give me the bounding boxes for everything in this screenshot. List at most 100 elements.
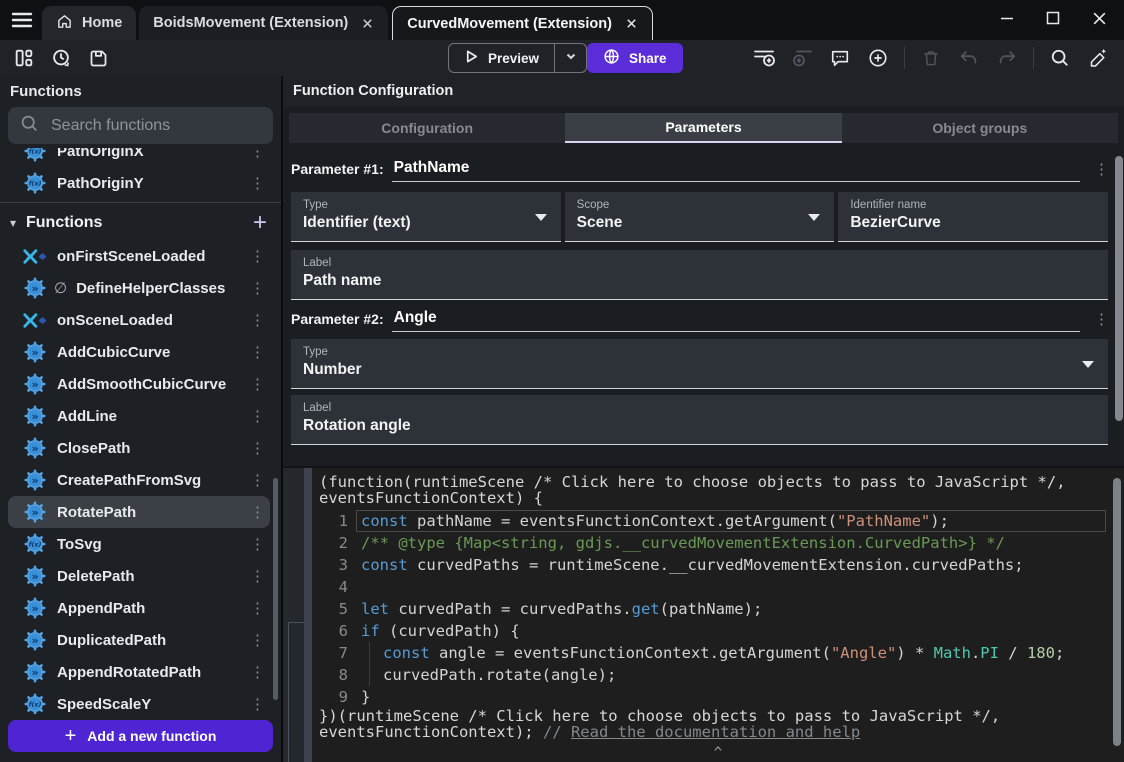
tab-boidsmovement[interactable]: BoidsMovement (Extension) (139, 6, 388, 40)
item-menu-icon[interactable]: ⋮ (250, 471, 264, 489)
sidebar-item-closepath[interactable]: »ClosePath⋮ (8, 432, 270, 464)
trash-icon[interactable] (919, 46, 943, 70)
code-line[interactable]: 1const pathName = eventsFunctionContext.… (312, 510, 1124, 532)
dropdown-arrow-icon (808, 214, 820, 221)
add-event-icon[interactable] (752, 46, 776, 70)
code-line[interactable]: 9} (312, 686, 1124, 708)
tab-configuration[interactable]: Configuration (289, 113, 565, 143)
minimize-button[interactable] (996, 5, 1018, 31)
main-menu-icon[interactable] (8, 8, 36, 32)
item-menu-icon[interactable]: ⋮ (250, 407, 264, 425)
history-icon[interactable] (49, 46, 73, 70)
sidebar-item-onfirstsceneloaded[interactable]: onFirstSceneLoaded⋮ (8, 240, 270, 272)
item-menu-icon[interactable]: ⋮ (250, 663, 264, 681)
type-select[interactable]: Type Identifier (text) (291, 192, 561, 242)
item-menu-icon[interactable]: ⋮ (250, 567, 264, 585)
sidebar-item-speedscaley[interactable]: f(x)SpeedScaleY⋮ (8, 688, 270, 714)
sidebar-item-onsceneloaded[interactable]: onSceneLoaded⋮ (8, 304, 270, 336)
plus-icon[interactable]: + (253, 213, 267, 233)
item-menu-icon[interactable]: ⋮ (250, 247, 264, 265)
add-comment-icon[interactable] (828, 46, 852, 70)
documentation-link[interactable]: Read the documentation and help (571, 723, 860, 741)
search-functions-input[interactable]: Search functions (8, 107, 273, 144)
field-label: Label (303, 402, 1096, 414)
share-button[interactable]: Share (587, 43, 683, 73)
plus-icon: + (65, 725, 77, 748)
sidebar-item-addsmoothcubiccurve[interactable]: »AddSmoothCubicCurve⋮ (8, 368, 270, 400)
sidebar-item-tosvg[interactable]: f(x)ToSvg⋮ (8, 528, 270, 560)
code-text: const curvedPaths = runtimeScene.__curve… (361, 556, 1024, 574)
code-line[interactable]: 5let curvedPath = curvedPaths.get(pathNa… (312, 598, 1124, 620)
dropdown-arrow-icon (1082, 361, 1094, 368)
redo-icon[interactable] (995, 46, 1019, 70)
sidebar-item-addline[interactable]: »AddLine⋮ (8, 400, 270, 432)
private-icon: ∅ (54, 279, 67, 297)
sidebar-item-addcubiccurve[interactable]: »AddCubicCurve⋮ (8, 336, 270, 368)
add-circle-icon[interactable] (866, 46, 890, 70)
item-menu-icon[interactable]: ⋮ (250, 174, 264, 192)
tab-object-groups[interactable]: Object groups (842, 113, 1118, 143)
undo-icon[interactable] (957, 46, 981, 70)
add-function-button[interactable]: + Add a new function (8, 720, 273, 752)
parameter-name-input[interactable]: PathName (392, 159, 1080, 182)
parameter-name-input[interactable]: Angle (392, 309, 1080, 332)
line-number: 6 (312, 622, 348, 640)
item-menu-icon[interactable]: ⋮ (250, 311, 264, 329)
sidebar-item-pathoriginx[interactable]: f(x)PathOriginX⋮ (8, 148, 270, 167)
sidebar-item-rotatepath[interactable]: »RotatePath⋮ (8, 496, 270, 528)
field-value: Rotation angle (303, 417, 1096, 435)
label-field[interactable]: Label Path name (291, 250, 1108, 300)
tab-curvedmovement[interactable]: CurvedMovement (Extension) (392, 6, 653, 40)
item-menu-icon[interactable]: ⋮ (250, 631, 264, 649)
item-menu-icon[interactable]: ⋮ (250, 375, 264, 393)
code-editor[interactable]: (function(runtimeScene /* Click here to … (312, 468, 1124, 762)
item-menu-icon[interactable]: ⋮ (250, 343, 264, 361)
item-menu-icon[interactable]: ⋮ (250, 599, 264, 617)
sidebar-item-appendpath[interactable]: »AppendPath⋮ (8, 592, 270, 624)
preview-button[interactable]: Preview (449, 44, 554, 72)
close-tab-icon[interactable] (361, 17, 374, 30)
sidebar-item-deletepath[interactable]: »DeletePath⋮ (8, 560, 270, 592)
sidebar-item-pathoriginy[interactable]: f(x)PathOriginY⋮ (8, 167, 270, 199)
functions-section-header[interactable]: ▾Functions+ (0, 206, 281, 240)
parameter-menu-icon[interactable]: ⋮ (1094, 310, 1108, 332)
add-subevent-icon[interactable] (790, 46, 814, 70)
tab-home[interactable]: Home (42, 6, 136, 40)
edit-wand-icon[interactable] (1086, 46, 1110, 70)
parameters-scrollbar[interactable] (1115, 156, 1123, 421)
sidebar-item-definehelperclasses[interactable]: »∅DefineHelperClasses⋮ (8, 272, 270, 304)
code-editor-area: (function(runtimeScene /* Click here to … (283, 466, 1124, 762)
code-line[interactable]: 4 (312, 576, 1124, 598)
scope-select[interactable]: Scope Scene (565, 192, 835, 242)
close-button[interactable] (1088, 5, 1110, 31)
code-line[interactable]: 7const angle = eventsFunctionContext.get… (312, 642, 1124, 664)
identifier-name-field[interactable]: Identifier name BezierCurve (838, 192, 1108, 242)
item-menu-icon[interactable]: ⋮ (250, 439, 264, 457)
label-field[interactable]: Label Rotation angle (291, 395, 1108, 445)
item-menu-icon[interactable]: ⋮ (250, 503, 264, 521)
preview-dropdown-button[interactable] (554, 44, 586, 72)
tab-parameters[interactable]: Parameters (565, 113, 841, 143)
search-icon[interactable] (1048, 46, 1072, 70)
project-manager-icon[interactable] (12, 46, 36, 70)
code-line[interactable]: 8curvedPath.rotate(angle); (312, 664, 1124, 686)
item-menu-icon[interactable]: ⋮ (250, 535, 264, 553)
item-menu-icon[interactable]: ⋮ (250, 148, 264, 160)
save-icon[interactable] (86, 46, 110, 70)
item-menu-icon[interactable]: ⋮ (250, 279, 264, 297)
code-line[interactable]: 3const curvedPaths = runtimeScene.__curv… (312, 554, 1124, 576)
item-menu-icon[interactable]: ⋮ (250, 695, 264, 713)
type-select[interactable]: Type Number (291, 339, 1108, 389)
sidebar-item-appendrotatedpath[interactable]: »AppendRotatedPath⋮ (8, 656, 270, 688)
maximize-button[interactable] (1042, 5, 1064, 31)
editor-scrollbar[interactable] (1113, 478, 1121, 746)
code-line[interactable]: 2/** @type {Map<string, gdjs.__curvedMov… (312, 532, 1124, 554)
code-line[interactable]: 6if (curvedPath) { (312, 620, 1124, 642)
sidebar-item-duplicatedpath[interactable]: »DuplicatedPath⋮ (8, 624, 270, 656)
sidebar-item-createpathfromsvg[interactable]: »CreatePathFromSvg⋮ (8, 464, 270, 496)
collapse-editor-caret[interactable]: ^ (714, 745, 722, 761)
close-tab-icon[interactable] (625, 17, 638, 30)
parameter-menu-icon[interactable]: ⋮ (1094, 160, 1108, 182)
sidebar-scrollbar[interactable] (273, 478, 278, 700)
svg-text:»: » (31, 442, 38, 455)
